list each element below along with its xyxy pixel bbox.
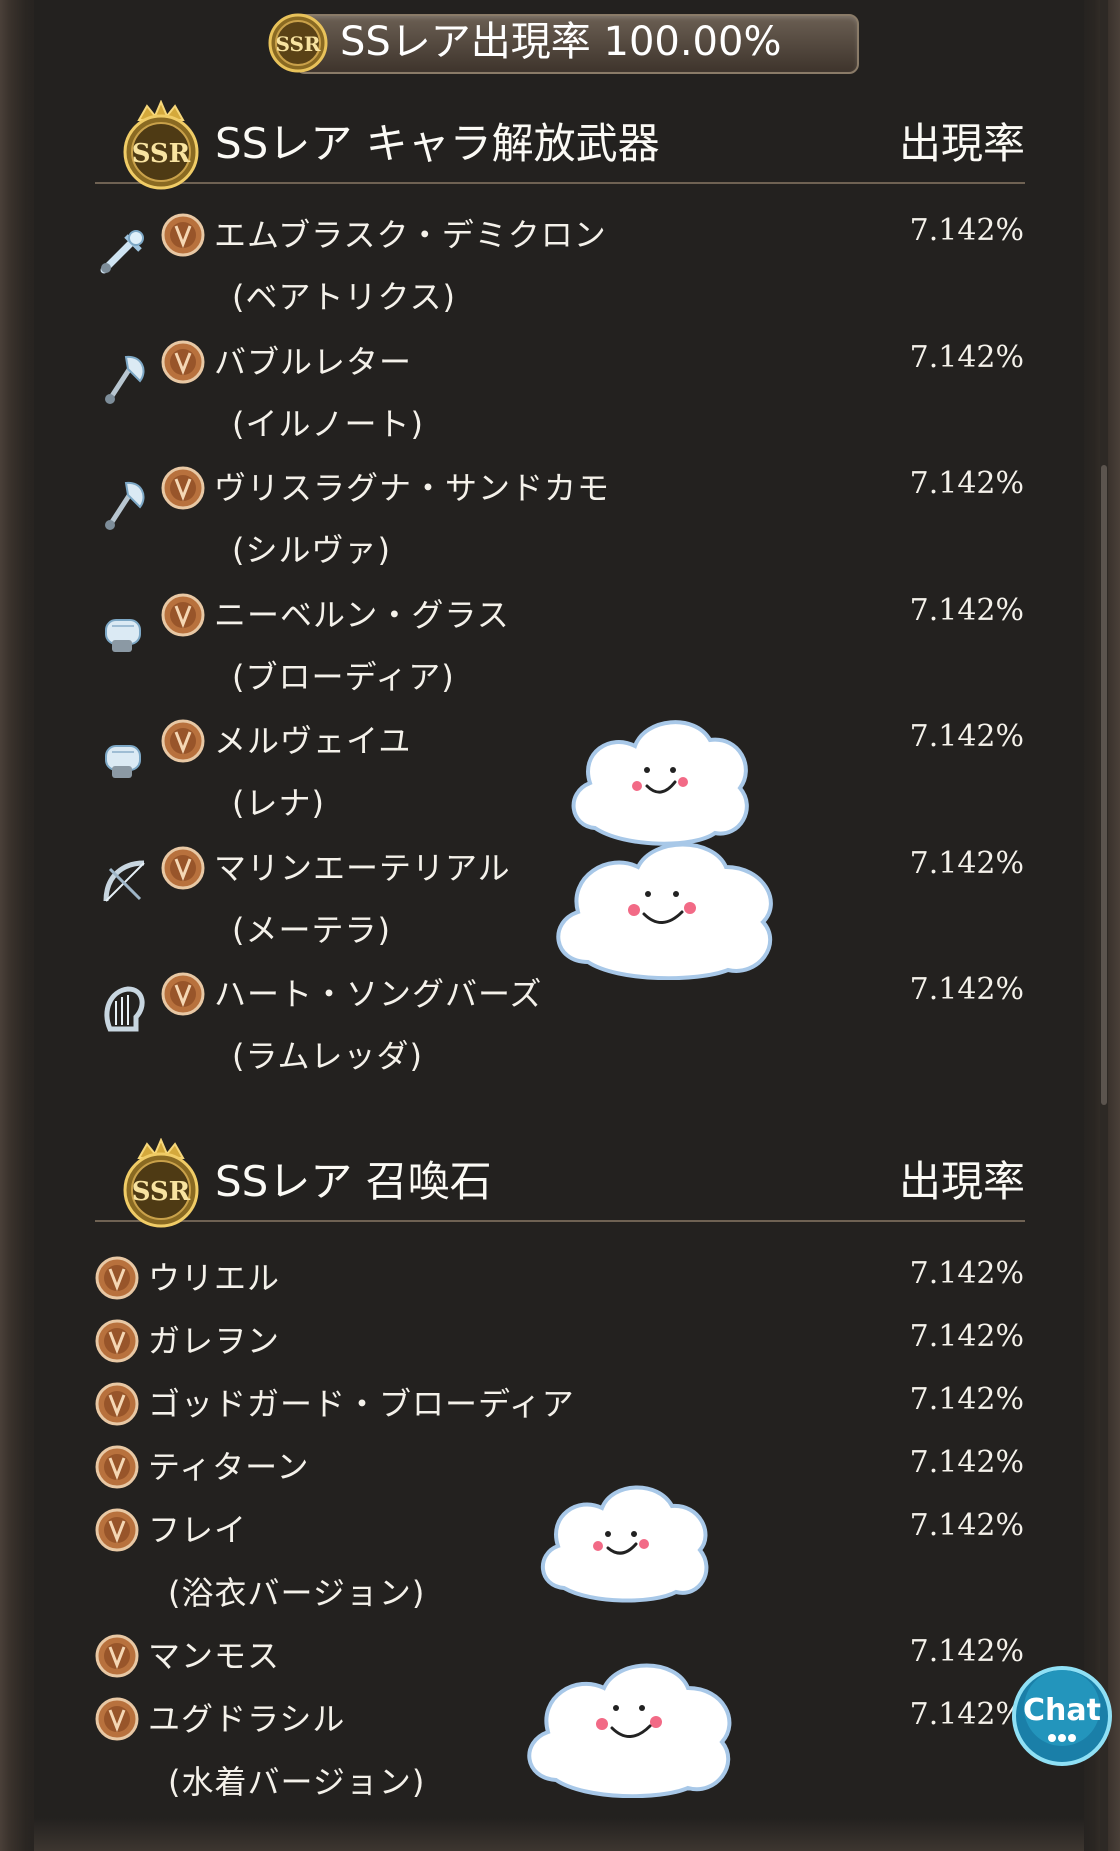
summon-name: ティターン <box>148 1448 310 1486</box>
draw-rate: 7.142% <box>909 972 1024 1007</box>
sword-icon <box>96 222 152 278</box>
ssr-badge-text: SSR <box>132 139 191 169</box>
weapon-character: (ベアトリクス) <box>232 278 457 316</box>
earth-element-icon <box>160 971 206 1017</box>
weapon-character: (イルノート) <box>232 404 424 443</box>
earth-element-icon <box>94 1696 140 1742</box>
axe-icon <box>96 349 152 405</box>
draw-rate: 7.142% <box>909 213 1024 248</box>
earth-element-icon <box>160 465 206 511</box>
summon-name: ガレヲン <box>148 1322 281 1360</box>
ssr-badge-text: SSR <box>275 32 320 56</box>
bow-icon <box>96 855 152 911</box>
summon-name: ユグドラシル <box>148 1700 346 1738</box>
chat-button[interactable]: Chat <box>1002 1664 1120 1770</box>
weapon-name: メルヴェイユ <box>214 722 412 760</box>
draw-rate: 7.142% <box>909 466 1024 501</box>
draw-rate: 7.142% <box>909 1508 1024 1543</box>
scrollbar-thumb[interactable] <box>1101 465 1107 1105</box>
weapon-character: (レナ) <box>232 784 325 822</box>
ssr-badge-icon: SSR <box>123 1138 199 1228</box>
summon-name: ゴッドガード・ブローディア <box>148 1385 575 1423</box>
earth-element-icon <box>160 212 206 258</box>
weapon-name: ハート・ソングバーズ <box>214 975 543 1013</box>
rate-column-label: 出現率 <box>898 1157 1025 1206</box>
earth-element-icon <box>160 718 206 764</box>
weapon-character: (ブローディア) <box>232 657 455 696</box>
section-title: SSレア 召喚石 <box>215 1157 492 1206</box>
earth-element-icon <box>94 1381 140 1427</box>
weapons-section-header: SSR SSレア キャラ解放武器 出現率 <box>95 92 1025 190</box>
weapon-name: エムブラスク・デミクロン <box>214 216 607 254</box>
draw-rate: 7.142% <box>909 1445 1024 1480</box>
fist-icon <box>96 602 152 658</box>
cloud-sticker-icon <box>541 1485 709 1603</box>
earth-element-icon <box>94 1507 140 1553</box>
weapon-character: (ラムレッダ) <box>232 1037 424 1075</box>
weapon-character: (メーテラ) <box>232 910 391 949</box>
cloud-sticker-icon <box>571 720 749 846</box>
summons-section-header: SSR SSレア 召喚石 出現率 <box>95 1130 1025 1228</box>
section-title: SSレア キャラ解放武器 <box>215 119 660 168</box>
draw-rate: 7.142% <box>909 1382 1024 1417</box>
weapon-name: バブルレター <box>214 342 413 381</box>
earth-element-icon <box>94 1633 140 1679</box>
summon-name: マンモス <box>148 1637 281 1675</box>
chat-label: Chat <box>1023 1693 1101 1728</box>
weapon-character: (シルヴァ) <box>232 531 391 569</box>
earth-element-icon <box>94 1255 140 1301</box>
earth-element-icon <box>160 592 206 638</box>
weapon-name: マリンエーテリアル <box>214 848 511 887</box>
summon-variant: (水着バージョン) <box>168 1763 426 1801</box>
earth-element-icon <box>160 845 206 891</box>
axe-icon <box>96 475 152 531</box>
summon-name: ウリエル <box>148 1259 281 1297</box>
draw-rate: 7.142% <box>909 1256 1024 1291</box>
rate-column-label: 出現率 <box>898 119 1025 168</box>
fist-icon <box>96 728 152 784</box>
earth-element-icon <box>160 339 206 385</box>
draw-rate: 7.142% <box>909 1319 1024 1354</box>
earth-element-icon <box>94 1444 140 1490</box>
cloud-sticker-icon <box>527 1663 732 1798</box>
ssr-badge-text: SSR <box>132 1177 191 1207</box>
draw-rate: 7.142% <box>909 339 1024 375</box>
rate-banner-text: SSレア出現率 100.00% <box>340 19 782 65</box>
bottom-edge <box>34 1818 1084 1851</box>
ssr-badge-icon: SSR <box>268 13 328 73</box>
harp-icon <box>96 981 152 1037</box>
draw-rate: 7.142% <box>909 592 1024 628</box>
draw-rate: 7.142% <box>909 845 1024 881</box>
cloud-sticker-icon <box>556 842 773 980</box>
summon-name: フレイ <box>148 1511 248 1549</box>
weapon-name: ニーベルン・グラス <box>214 595 510 634</box>
weapon-name: ヴリスラグナ・サンドカモ <box>214 469 611 507</box>
ssr-badge-icon: SSR <box>123 100 199 190</box>
earth-element-icon <box>94 1318 140 1364</box>
summon-variant: (浴衣バージョン) <box>168 1574 426 1612</box>
draw-rate: 7.142% <box>909 719 1024 754</box>
